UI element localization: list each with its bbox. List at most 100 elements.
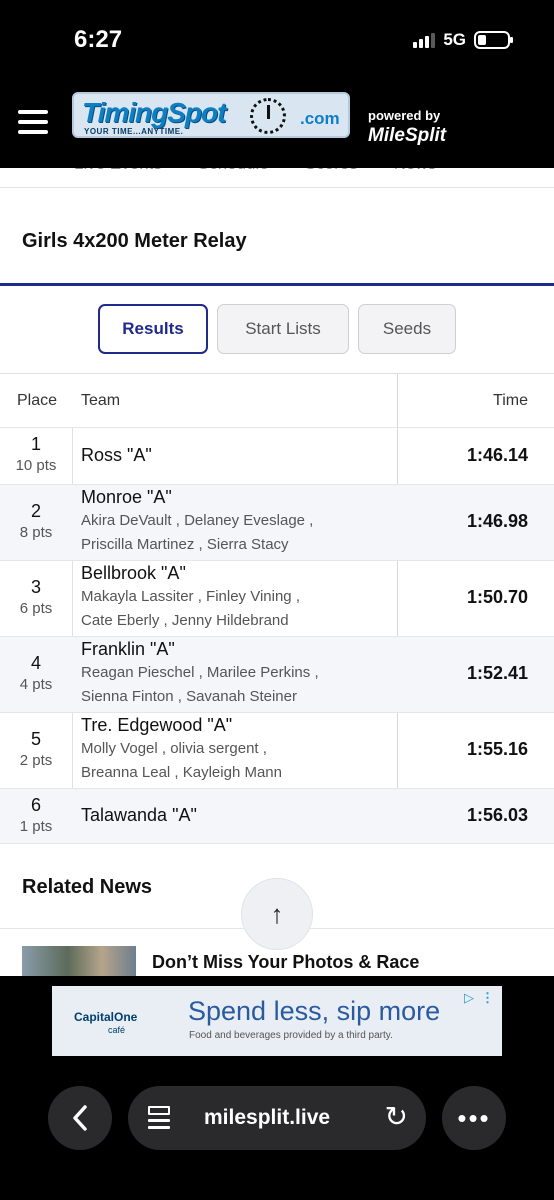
place-number: 3: [30, 577, 41, 597]
subnav-news[interactable]: News: [394, 168, 437, 187]
browser-toolbar: milesplit.live ↻ •••: [0, 1066, 554, 1200]
address-bar[interactable]: milesplit.live ↻: [128, 1086, 426, 1150]
sub-navigation: Live Events Schedule Scores News: [0, 168, 554, 188]
team-name[interactable]: Tre. Edgewood "A": [81, 715, 371, 736]
status-bar: 6:27 5G: [0, 0, 554, 80]
ad-banner[interactable]: CapitalOne café Spend less, sip more Foo…: [52, 986, 502, 1056]
place-points: 6 pts: [19, 600, 53, 617]
url-text: milesplit.live: [204, 1106, 331, 1129]
team-cell: Franklin "A" Reagan Pieschel , Marilee P…: [81, 639, 371, 709]
battery-icon: [474, 31, 513, 49]
more-button[interactable]: •••: [442, 1086, 506, 1150]
team-name[interactable]: Talawanda "A": [81, 805, 197, 826]
ad-brand: CapitalOne café: [74, 1010, 137, 1035]
header-place: Place: [17, 392, 58, 409]
news-article-title[interactable]: Don’t Miss Your Photos & Race: [152, 952, 419, 973]
adchoices-icon[interactable]: ▷: [464, 990, 474, 1006]
header-time: Time: [493, 392, 528, 409]
network-label: 5G: [443, 30, 466, 49]
related-news-heading: Related News: [22, 876, 153, 898]
result-time: 1:46.98: [466, 511, 528, 531]
timingspot-logo[interactable]: TimingSpot .com YOUR TIME...ANYTIME.: [72, 92, 350, 138]
ad-options-icon[interactable]: ⋮: [481, 990, 494, 1006]
ad-brand-name: CapitalOne: [74, 1010, 138, 1024]
team-cell: Monroe "A" Akira DeVault , Delaney Evesl…: [81, 487, 371, 557]
result-time: 1:46.14: [466, 445, 528, 465]
clock-icon: [250, 98, 286, 134]
place-cell: 6 1 pts: [0, 795, 72, 835]
team-members-line: Akira DeVault , Delaney Eveslage ,: [81, 512, 314, 529]
team-name[interactable]: Ross "A": [81, 445, 152, 466]
place-number: 6: [30, 795, 41, 815]
status-indicators: 5G: [413, 30, 513, 50]
site-header: TimingSpot .com YOUR TIME...ANYTIME. pow…: [0, 80, 554, 168]
table-row[interactable]: 4 4 pts Franklin "A" Reagan Pieschel , M…: [0, 637, 554, 713]
tab-results[interactable]: Results: [98, 304, 208, 354]
team-name[interactable]: Franklin "A": [81, 639, 371, 660]
subnav-scores[interactable]: Scores: [305, 168, 358, 187]
result-time: 1:55.16: [466, 739, 528, 759]
place-cell: 1 10 pts: [0, 434, 72, 474]
result-time: 1:50.70: [466, 587, 528, 607]
team-members-line: Makayla Lassiter , Finley Vining ,: [81, 588, 300, 605]
table-row[interactable]: 5 2 pts Tre. Edgewood "A" Molly Vogel , …: [0, 713, 554, 789]
ad-brand-sub: café: [108, 1025, 126, 1035]
team-members-line: Breanna Leal , Kayleigh Mann: [81, 764, 282, 781]
news-thumbnail[interactable]: [22, 946, 136, 976]
place-points: 1 pts: [19, 818, 53, 835]
results-table: Place Team Time 1 10 pts Ross "A" 1:46.1…: [0, 373, 554, 844]
ad-headline: Spend less, sip more: [188, 996, 441, 1026]
team-cell: Ross "A": [81, 445, 152, 466]
place-number: 2: [30, 501, 41, 521]
team-cell: Bellbrook "A" Makayla Lassiter , Finley …: [81, 563, 371, 633]
table-header: Place Team Time: [0, 374, 554, 428]
ad-banner-zone: CapitalOne café Spend less, sip more Foo…: [0, 976, 554, 1066]
more-dots-icon: •••: [457, 1102, 491, 1133]
title-divider: [0, 283, 554, 286]
place-points: 2 pts: [19, 752, 53, 769]
table-row[interactable]: 6 1 pts Talawanda "A" 1:56.03: [0, 789, 554, 844]
menu-icon[interactable]: [18, 110, 48, 134]
powered-by-milesplit[interactable]: powered by MileSplit: [368, 108, 446, 147]
table-row[interactable]: 3 6 pts Bellbrook "A" Makayla Lassiter ,…: [0, 561, 554, 637]
tab-seeds[interactable]: Seeds: [358, 304, 456, 354]
logo-tagline: YOUR TIME...ANYTIME.: [84, 127, 184, 136]
arrow-up-icon: ↑: [270, 898, 284, 929]
powered-by-text: powered by: [368, 108, 441, 123]
ad-subtext: Food and beverages provided by a third p…: [189, 1030, 393, 1041]
subnav-schedule[interactable]: Schedule: [198, 168, 269, 187]
table-row[interactable]: 1 10 pts Ross "A" 1:46.14: [0, 428, 554, 485]
team-cell: Tre. Edgewood "A" Molly Vogel , olivia s…: [81, 715, 371, 785]
reload-icon[interactable]: ↻: [385, 1100, 408, 1133]
tab-start-lists[interactable]: Start Lists: [217, 304, 349, 354]
subnav-live-events[interactable]: Live Events: [74, 168, 162, 187]
chevron-left-icon: [73, 1105, 87, 1131]
result-time: 1:56.03: [466, 805, 528, 825]
place-number: 4: [30, 653, 41, 673]
page-menu-icon[interactable]: [148, 1106, 170, 1130]
team-members-line: Cate Eberly , Jenny Hildebrand: [81, 612, 289, 629]
back-button[interactable]: [48, 1086, 112, 1150]
team-members-line: Sienna Finton , Savanah Steiner: [81, 688, 297, 705]
milesplit-brand: MileSplit: [368, 125, 447, 146]
team-name[interactable]: Bellbrook "A": [81, 563, 371, 584]
place-points: 8 pts: [19, 524, 53, 541]
scroll-to-top-button[interactable]: ↑: [241, 878, 313, 950]
place-points: 4 pts: [19, 676, 53, 693]
place-cell: 4 4 pts: [0, 653, 72, 693]
place-number: 5: [30, 729, 41, 749]
team-members-line: Molly Vogel , olivia sergent ,: [81, 740, 267, 757]
event-title: Girls 4x200 Meter Relay: [22, 230, 247, 252]
status-time: 6:27: [74, 26, 123, 53]
team-cell: Talawanda "A": [81, 805, 197, 826]
table-row[interactable]: 2 8 pts Monroe "A" Akira DeVault , Delan…: [0, 485, 554, 561]
place-cell: 5 2 pts: [0, 729, 72, 769]
result-time: 1:52.41: [466, 663, 528, 683]
team-name[interactable]: Monroe "A": [81, 487, 371, 508]
place-points: 10 pts: [15, 457, 57, 474]
logo-name: TimingSpot: [82, 97, 226, 128]
logo-domain: .com: [300, 109, 340, 128]
place-number: 1: [30, 434, 41, 454]
results-tabs: Results Start Lists Seeds: [98, 304, 456, 354]
place-cell: 2 8 pts: [0, 501, 72, 541]
